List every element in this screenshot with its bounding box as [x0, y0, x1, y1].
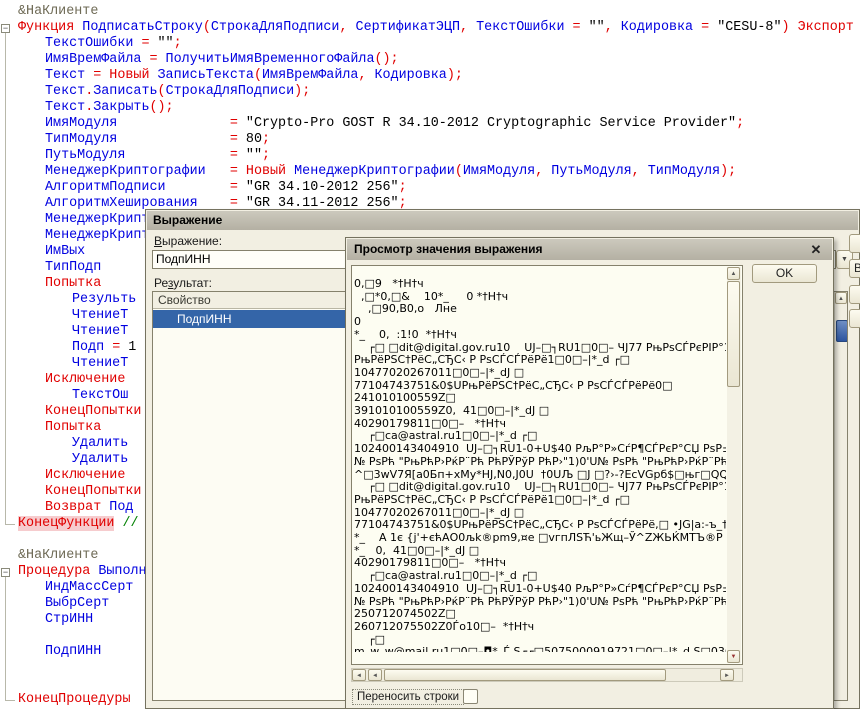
code-line: ИмВых	[45, 244, 85, 260]
code-line: Функция ПодписатьСтроку(СтрокаДляПодписи…	[18, 20, 854, 36]
fold-collapse-icon[interactable]: −	[1, 24, 10, 33]
expression-value-dialog: Просмотр значения выражения ✕ 0,□9 *†Н†ч…	[345, 237, 834, 709]
dialog-side-button[interactable]	[849, 309, 860, 328]
value-vertical-scrollbar[interactable]: ▲ ▼	[727, 267, 741, 663]
fold-collapse-icon[interactable]: −	[1, 568, 10, 577]
code-line: Текст = Новый ЗаписьТекста(ИмяВремФайла,…	[45, 68, 463, 84]
code-line: Исключение	[45, 468, 125, 484]
value-dialog-title: Просмотр значения выражения	[354, 242, 543, 256]
code-line: МенеджерКриптографии = Новый МенеджерКри…	[45, 164, 736, 180]
code-line: КонецПроцедуры	[18, 692, 131, 708]
wrap-lines-label[interactable]: Переносить строки	[352, 689, 464, 705]
code-line: ТекстОш	[72, 388, 128, 404]
expression-value-area[interactable]: 0,□9 *†Н†ч ,□*0,□& 10*_ 0 *†Н†ч ,□90,В0,…	[351, 265, 743, 665]
code-line: ИмяВремФайла = ПолучитьИмяВременногоФайл…	[45, 52, 399, 68]
code-line: КонецПопытки	[45, 404, 141, 420]
dialog-side-button[interactable]: В	[849, 259, 860, 278]
code-line: СтрИНН	[45, 612, 93, 628]
code-line: ВыбрСерт	[45, 596, 109, 612]
scrollbar-thumb[interactable]	[836, 320, 848, 342]
code-line: &НаКлиенте	[18, 4, 98, 20]
code-line: ЧтениеТ	[72, 356, 128, 372]
scroll-down-icon[interactable]: ▼	[727, 650, 740, 663]
expression-dialog-titlebar[interactable]: Выражение	[147, 211, 858, 230]
close-icon[interactable]: ✕	[808, 242, 824, 258]
dialog-side-button[interactable]	[849, 285, 860, 304]
result-label: Результат:	[154, 276, 212, 290]
code-line: Удалить	[72, 436, 128, 452]
code-line: ИмяМодуля = "Crypto-Pro GOST R 34.10-201…	[45, 116, 744, 132]
code-line: ЧтениеТ	[72, 324, 128, 340]
code-line: ТекстОшибки = "";	[45, 36, 182, 52]
code-line: КонецПопытки	[45, 484, 141, 500]
value-dialog-titlebar[interactable]: Просмотр значения выражения ✕	[347, 239, 832, 260]
dialog-side-button[interactable]	[849, 234, 860, 253]
code-line: Результь	[72, 292, 136, 308]
code-line: Исключение	[45, 372, 125, 388]
result-table-scrollbar[interactable]: ▲	[834, 292, 847, 700]
scroll-left-icon[interactable]: ◄	[352, 669, 366, 681]
ide-screen: − − &НаКлиентеФункция ПодписатьСтроку(Ст…	[0, 0, 860, 709]
code-line: Возврат Под	[45, 500, 133, 516]
expression-value-text[interactable]: 0,□9 *†Н†ч ,□*0,□& 10*_ 0 *†Н†ч ,□90,В0,…	[354, 278, 726, 652]
scroll-up-icon[interactable]: ▲	[835, 292, 847, 304]
code-line: Удалить	[72, 452, 128, 468]
value-horizontal-scrollbar[interactable]: ◄ ◄ ►	[351, 668, 743, 682]
scroll-left-icon[interactable]: ◄	[368, 669, 382, 681]
code-line: &НаКлиенте	[18, 548, 98, 564]
fold-guide-line	[5, 577, 15, 701]
fold-guide-line	[5, 33, 15, 525]
code-line: Попытка	[45, 420, 101, 436]
expression-dialog-title: Выражение	[153, 213, 222, 227]
scroll-up-icon[interactable]: ▲	[727, 267, 740, 280]
code-line: ТипМодуля = 80;	[45, 132, 270, 148]
code-line: Текст.Записать(СтрокаДляПодписи);	[45, 84, 310, 100]
code-line: ПодпИНН	[45, 644, 101, 660]
code-line: Текст.Закрыть();	[45, 100, 174, 116]
wrap-lines-checkbox[interactable]	[463, 689, 478, 704]
scrollbar-thumb[interactable]	[384, 669, 666, 681]
code-line: Подп = 1	[72, 340, 136, 356]
code-line: Процедура Выполн	[18, 564, 147, 580]
expression-label: Выражение:	[154, 234, 222, 248]
code-line: Попытка	[45, 276, 101, 292]
code-line: ТипПодп	[45, 260, 101, 276]
code-line: ИндМассСерт	[45, 580, 133, 596]
code-line: ПутьМодуля = "";	[45, 148, 270, 164]
ok-button[interactable]: OK	[752, 264, 817, 283]
scroll-right-icon[interactable]: ►	[720, 669, 734, 681]
code-line: КонецФункции //	[18, 516, 139, 532]
scrollbar-thumb[interactable]	[727, 281, 740, 387]
code-line: ЧтениеТ	[72, 308, 128, 324]
code-line: АлгоритмПодписи = "GR 34.10-2012 256";	[45, 180, 407, 196]
